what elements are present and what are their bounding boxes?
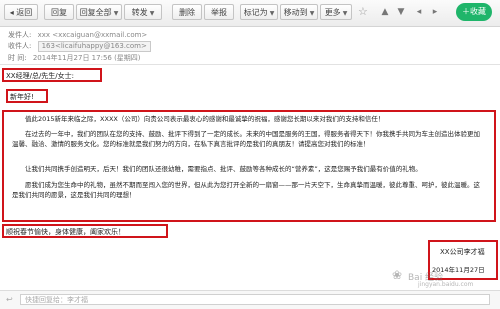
back-button[interactable]: ◂ 返回 <box>4 4 38 20</box>
back-label: 返回 <box>16 8 33 17</box>
from-value[interactable]: xxx <xxcaiguan@xxmail.com> <box>38 31 148 39</box>
mark-as-button[interactable]: 标记为 ▼ <box>240 4 278 20</box>
star-icon[interactable]: ☆ <box>358 5 368 18</box>
quick-reply-input[interactable]: 快捷回复给：李才福 <box>20 294 490 305</box>
forward-label: 转发 <box>131 8 148 17</box>
forward-button[interactable]: 转发 ▼ <box>124 4 162 20</box>
wishes-text: 顺祝春节愉快，身体健康，阖家欢乐！ <box>6 228 125 236</box>
reply-all-button[interactable]: 回复全部 ▼ <box>76 4 122 20</box>
time-row: 时 间: 2014年11月27日 17:56 (星期四) <box>8 53 141 63</box>
recipient-chip[interactable]: 163<licaifuhappy@163.com> <box>37 41 151 52</box>
chevron-down-icon: ▼ <box>113 10 119 17</box>
body-paragraph-3: 让我们共同携手创造明天，后天！我们的团队还很幼稚，需要指点、批评、鼓励等各种成长… <box>25 165 422 173</box>
report-button[interactable]: 举报 <box>204 4 234 20</box>
to-label: 收件人: <box>8 42 32 50</box>
body-paragraph-1: 值此2015新年来临之际，XXXX（公司）向贵公司表示最衷心的感谢和最诚挚的祝福… <box>25 115 385 123</box>
mail-toolbar: ◂ 返回 回复 回复全部 ▼ 转发 ▼ 删除 举报 标记为 ▼ 移动到 ▼ 更多 ▼ ☆ … <box>0 0 500 27</box>
reply-button[interactable]: 回复 <box>44 4 74 20</box>
body-paragraph-4: 愿我们成为您生命中的礼物，虽然不期而至闯入您的世界，但从此为您打开全新的一扇窗—… <box>12 181 480 199</box>
chevron-down-icon: ▼ <box>149 10 155 17</box>
move-to-button[interactable]: 移动到 ▼ <box>280 4 318 20</box>
signature-text: XX公司李才福 <box>440 248 485 256</box>
save-favorite-button[interactable]: ＋收藏 <box>456 3 492 21</box>
next-arrow-icon[interactable]: ▸ <box>428 5 442 19</box>
baidu-paw-icon: ❀ <box>392 268 403 282</box>
to-row: 收件人: 163<licaifuhappy@163.com> <box>8 41 151 52</box>
quick-reply-bar: ↩ 快捷回复给：李才福 <box>0 290 500 309</box>
delete-label: 删除 <box>179 8 195 17</box>
plus-icon: ＋ <box>462 7 470 16</box>
from-row: 发件人: xxx <xxcaiguan@xxmail.com> <box>8 30 147 40</box>
report-label: 举报 <box>211 8 227 17</box>
chevron-down-icon: ▼ <box>309 10 315 17</box>
from-label: 发件人: <box>8 31 32 39</box>
new-year-text: 新年好! <box>10 93 34 101</box>
watermark-url: jingyan.baidu.com <box>418 281 474 288</box>
body-paragraph-2: 在过去的一年中，我们的团队在您的支持、鼓励、批评下得到了一定的成长。未来的中国是… <box>12 130 480 148</box>
prev-arrow-icon[interactable]: ◂ <box>412 5 426 19</box>
greeting-text: XX经理/总/先生/女士: <box>6 72 75 80</box>
reply-icon: ↩ <box>6 295 13 304</box>
chevron-down-icon: ▼ <box>269 10 275 17</box>
time-label: 时 间: <box>8 54 27 62</box>
header-divider <box>0 64 500 65</box>
down-arrow-icon[interactable]: ▼ <box>394 5 408 19</box>
save-label: 收藏 <box>470 7 486 16</box>
delete-button[interactable]: 删除 <box>172 4 202 20</box>
time-value: 2014年11月27日 17:56 (星期四) <box>32 54 141 62</box>
move-to-label: 移动到 <box>283 8 308 17</box>
more-button[interactable]: 更多 ▼ <box>320 4 352 20</box>
chevron-down-icon: ▼ <box>342 10 348 17</box>
up-arrow-icon[interactable]: ▲ <box>378 5 392 19</box>
reply-label: 回复 <box>51 8 67 17</box>
reply-all-label: 回复全部 <box>79 8 112 17</box>
more-label: 更多 <box>324 8 341 17</box>
mark-as-label: 标记为 <box>243 8 268 17</box>
